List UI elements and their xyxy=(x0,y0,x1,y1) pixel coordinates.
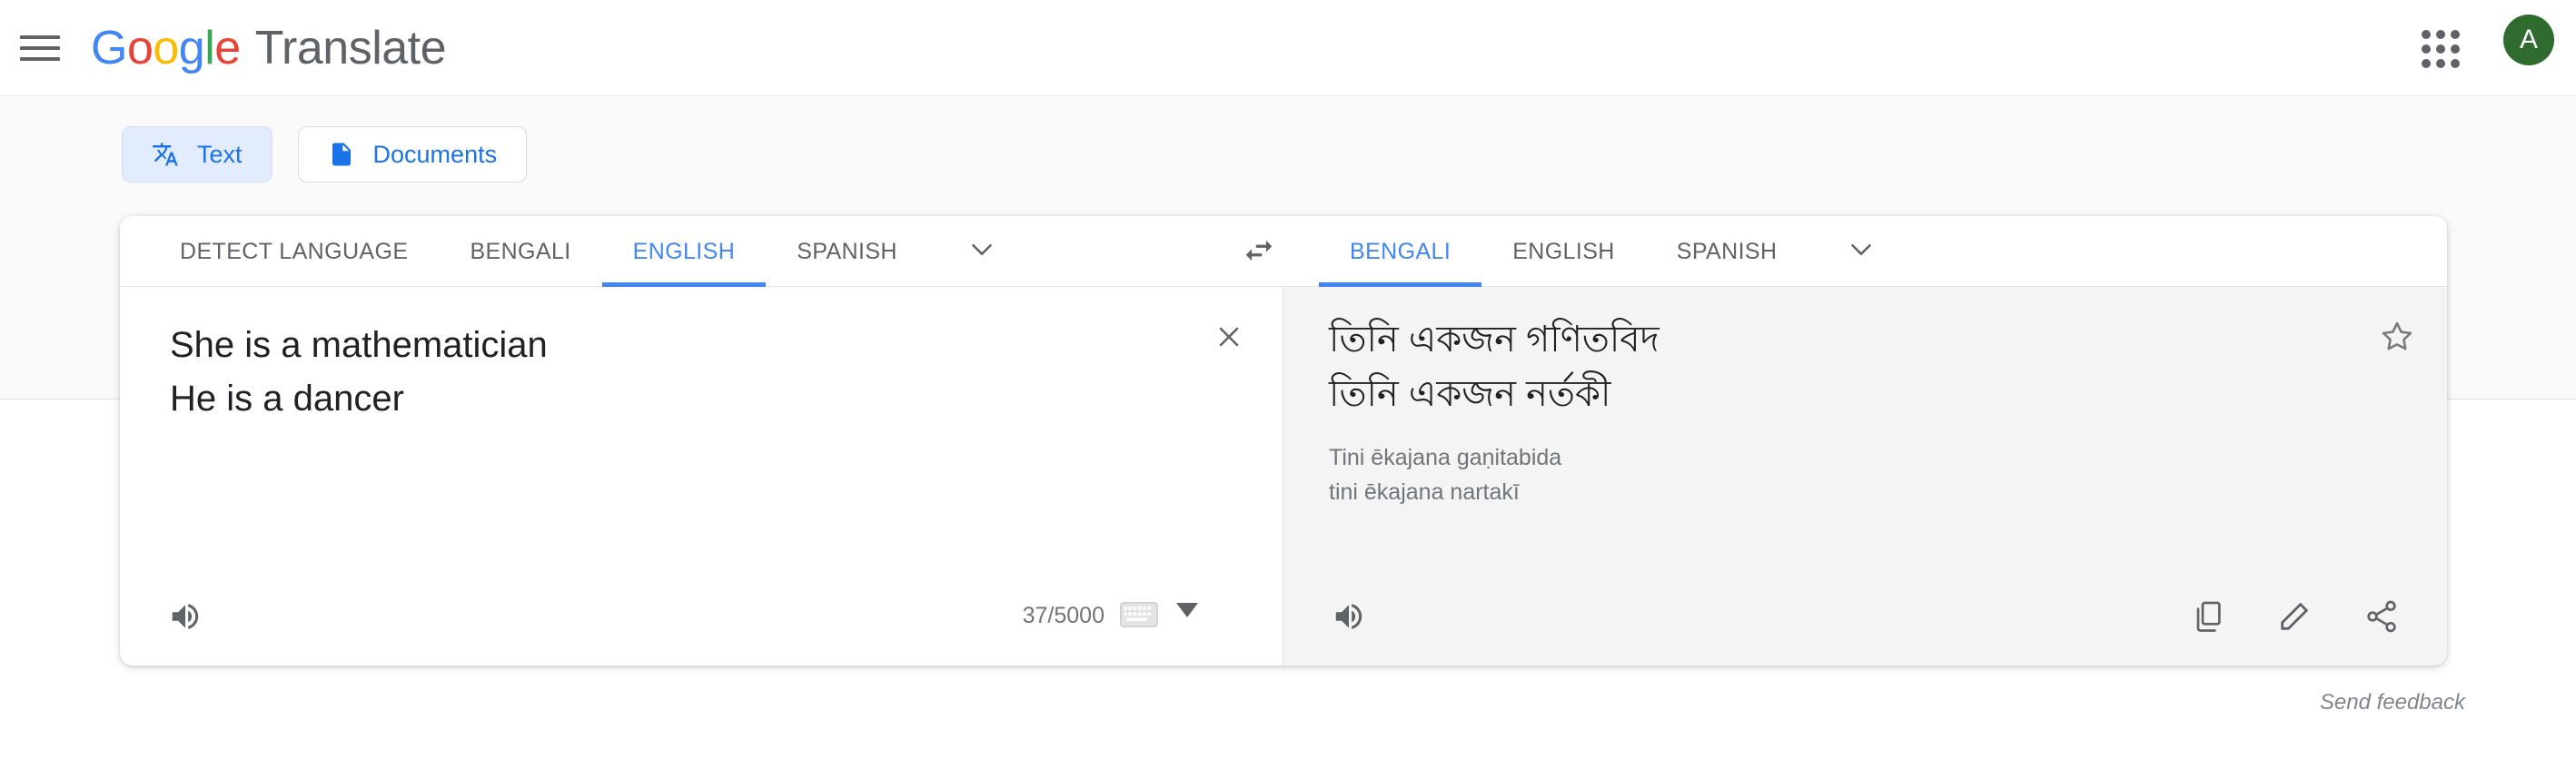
tab-documents-label: Documents xyxy=(373,141,498,169)
chevron-down-icon xyxy=(965,232,999,271)
source-lang-label: SPANISH xyxy=(797,239,897,265)
target-lang-label: ENGLISH xyxy=(1512,239,1615,265)
volume-up-icon xyxy=(168,599,203,638)
target-language-tabs: BENGALI ENGLISH SPANISH xyxy=(1319,216,1915,287)
target-toolbar xyxy=(1283,571,2447,666)
target-lang-spanish[interactable]: SPANISH xyxy=(1646,216,1808,287)
logo-letter-g: G xyxy=(91,21,127,75)
source-lang-detect-language[interactable]: DETECT LANGUAGE xyxy=(149,216,439,287)
app-bar: Google Translate A xyxy=(0,0,2576,95)
clear-source-button[interactable] xyxy=(1208,318,1250,360)
star-outline-icon xyxy=(2378,318,2416,360)
send-feedback-link[interactable]: Send feedback xyxy=(2320,690,2465,715)
target-lang-english[interactable]: ENGLISH xyxy=(1481,216,1646,287)
target-lang-label: BENGALI xyxy=(1350,239,1451,265)
source-pane[interactable]: She is a mathematician He is a dancer xyxy=(120,287,1283,666)
source-toolbar: 37/5000 xyxy=(120,571,1283,666)
source-lang-spanish[interactable]: SPANISH xyxy=(766,216,928,287)
avatar[interactable]: A xyxy=(2503,15,2554,65)
hamburger-menu-icon[interactable] xyxy=(20,30,60,66)
source-language-tabs: DETECT LANGUAGE BENGALI ENGLISH SPANISH xyxy=(149,216,1035,287)
avatar-initial: A xyxy=(2520,25,2538,55)
translation-actions xyxy=(2184,595,2405,642)
swap-languages-button[interactable] xyxy=(1233,233,1285,271)
save-translation-button[interactable] xyxy=(2374,316,2420,361)
logo-letter-o1: o xyxy=(127,21,153,75)
hamburger-line xyxy=(20,57,60,61)
hamburger-line xyxy=(20,46,60,50)
logo-letter-l: l xyxy=(204,21,214,75)
source-lang-bengali[interactable]: BENGALI xyxy=(439,216,601,287)
volume-up-icon xyxy=(1332,599,1366,638)
translate-card: DETECT LANGUAGE BENGALI ENGLISH SPANISH xyxy=(120,216,2447,666)
target-lang-label: SPANISH xyxy=(1677,239,1778,265)
apps-grid-icon[interactable] xyxy=(2422,30,2460,68)
tab-text-label: Text xyxy=(197,141,243,169)
listen-translation-button[interactable] xyxy=(1327,597,1371,640)
close-icon xyxy=(1213,320,1245,358)
logo-letter-o2: o xyxy=(153,21,178,75)
copy-translation-button[interactable] xyxy=(2184,595,2231,642)
character-counter: 37/5000 xyxy=(1023,603,1105,629)
source-text-input[interactable]: She is a mathematician He is a dancer xyxy=(170,319,1174,426)
source-lang-label: DETECT LANGUAGE xyxy=(180,239,408,265)
tab-documents[interactable]: Documents xyxy=(298,126,528,182)
source-lang-english[interactable]: ENGLISH xyxy=(602,216,767,287)
tab-text[interactable]: Text xyxy=(122,126,272,182)
swap-horizontal-icon xyxy=(1242,233,1276,272)
edit-translation-button[interactable] xyxy=(2271,595,2318,642)
source-more-languages-button[interactable] xyxy=(928,216,1035,287)
translate-text-icon xyxy=(152,141,179,168)
hamburger-line xyxy=(20,35,60,39)
target-more-languages-button[interactable] xyxy=(1808,216,1915,287)
google-translate-logo[interactable]: Google Translate xyxy=(91,0,446,95)
target-pane: তিনি একজন গণিতবিদ তিনি একজন নর্তকী Tini … xyxy=(1283,287,2447,666)
document-icon xyxy=(328,141,355,168)
logo-word-translate: Translate xyxy=(255,21,446,75)
transliteration-text: Tini ēkajana gaṇitabida tini ēkajana nar… xyxy=(1329,441,2329,509)
chevron-down-icon xyxy=(1844,232,1878,271)
listen-source-button[interactable] xyxy=(163,597,207,640)
translated-text: তিনি একজন গণিতবিদ তিনি একজন নর্তকী xyxy=(1329,312,2329,421)
caret-down-icon[interactable] xyxy=(1175,603,1199,622)
logo-letter-e: e xyxy=(214,21,240,75)
keyboard-icon[interactable] xyxy=(1119,601,1159,628)
source-lang-label: ENGLISH xyxy=(633,239,736,265)
source-lang-label: BENGALI xyxy=(470,239,570,265)
share-icon xyxy=(2363,598,2400,639)
edit-pencil-icon xyxy=(2276,598,2313,639)
target-lang-bengali[interactable]: BENGALI xyxy=(1319,216,1481,287)
translate-panes: She is a mathematician He is a dancer xyxy=(120,287,2447,666)
logo-letter-g2: g xyxy=(179,21,204,75)
language-bar: DETECT LANGUAGE BENGALI ENGLISH SPANISH xyxy=(120,216,2447,287)
mode-chip-group: Text Documents xyxy=(122,126,527,182)
share-translation-button[interactable] xyxy=(2358,595,2405,642)
copy-icon xyxy=(2189,598,2225,639)
